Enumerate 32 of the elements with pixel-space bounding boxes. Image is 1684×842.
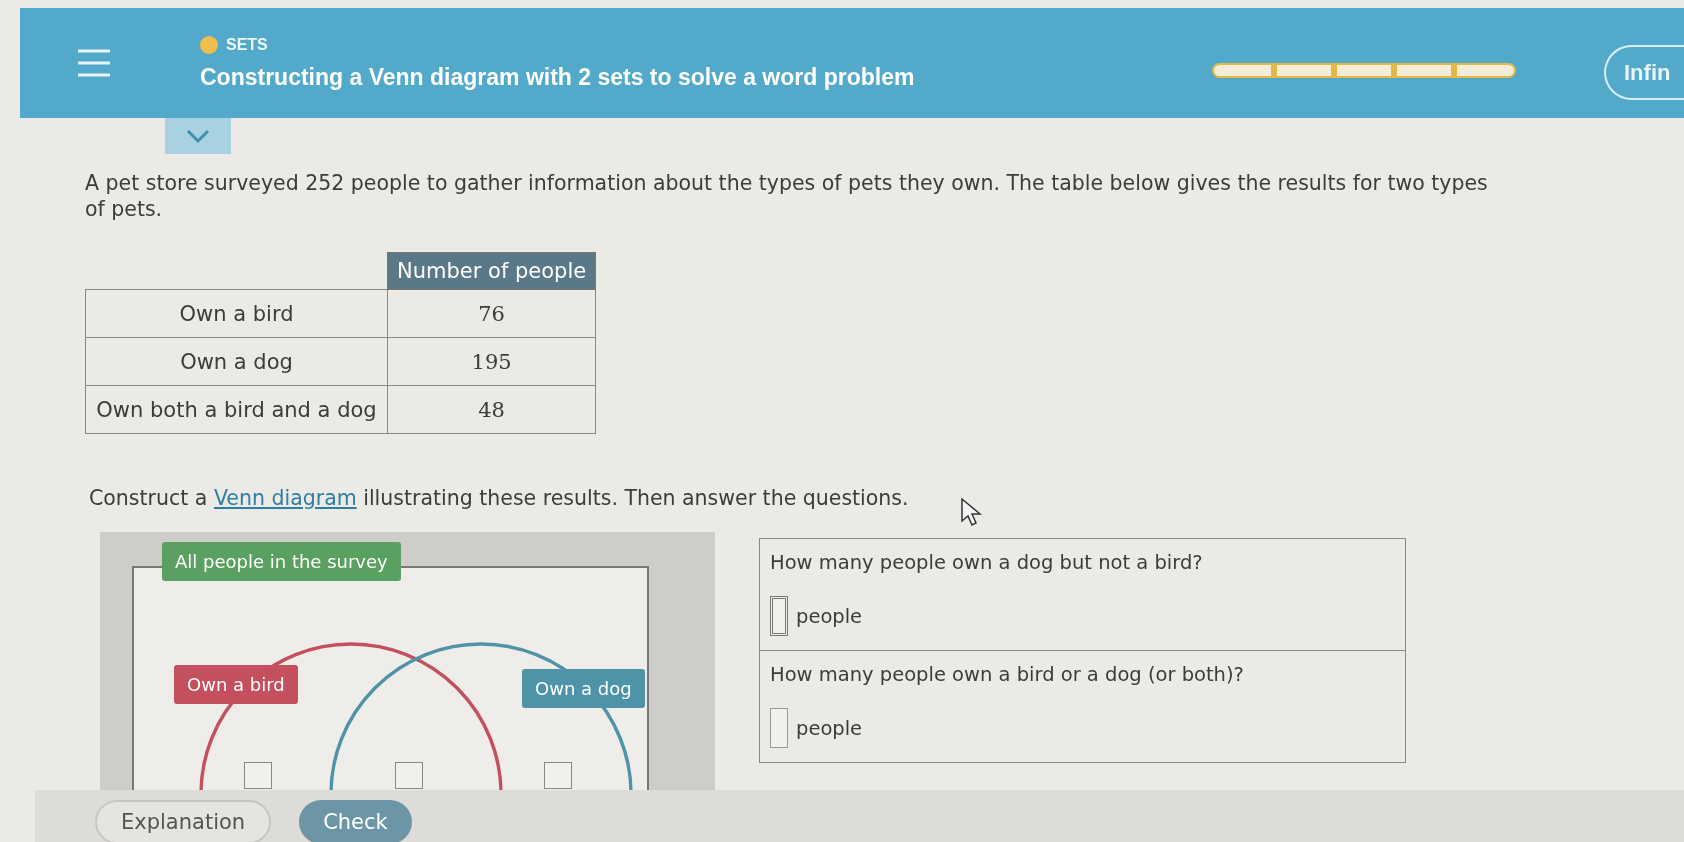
instruction-text: Construct a Venn diagram illustrating these results. Then answer the questions. [89, 486, 910, 510]
venn-diagram-link[interactable]: Venn diagram [213, 486, 357, 510]
answer-field[interactable] [770, 596, 788, 636]
region-input-field[interactable] [544, 762, 572, 789]
table-cell: Own a dog [85, 337, 388, 386]
mode-button[interactable]: Infin [1604, 45, 1684, 100]
question-text: How many people own a dog but not a bird? [770, 551, 1204, 574]
menu-icon[interactable] [76, 47, 112, 79]
set-label[interactable]: Own a bird [174, 665, 298, 704]
region-input-field[interactable] [395, 762, 423, 789]
question-text: How many people own a bird or a dog (or both)? [770, 663, 1245, 686]
topic-label: SETS [226, 35, 268, 54]
answer-field[interactable] [770, 708, 788, 748]
topic-dot-icon [200, 35, 218, 54]
table-cell: 195 [387, 337, 596, 386]
region-input-field[interactable] [244, 762, 272, 789]
problem-text: A pet store surveyed 252 people to gather information about the types of pets they own. The table below gives the results for two types of pets. [85, 170, 1489, 222]
explanation-button[interactable]: Explanation [95, 800, 272, 842]
table-cell: Own a bird [85, 289, 388, 338]
set-label[interactable]: Own a dog [522, 669, 645, 708]
check-button[interactable]: Check [299, 800, 412, 842]
chevron-down-icon [185, 128, 211, 144]
unit-label: people [796, 604, 863, 628]
unit-label: people [796, 716, 863, 740]
table-cell: Own both a bird and a dog [85, 385, 388, 434]
expand-button[interactable] [165, 118, 231, 154]
column-header: Number of people [387, 252, 596, 290]
universe-label[interactable]: All people in the survey [162, 542, 401, 581]
table-cell: 48 [387, 385, 596, 434]
table-cell: 76 [387, 289, 596, 338]
lesson-title: Constructing a Venn diagram with 2 sets to solve a word problem [200, 63, 915, 91]
pointer-cursor-icon [960, 497, 982, 527]
